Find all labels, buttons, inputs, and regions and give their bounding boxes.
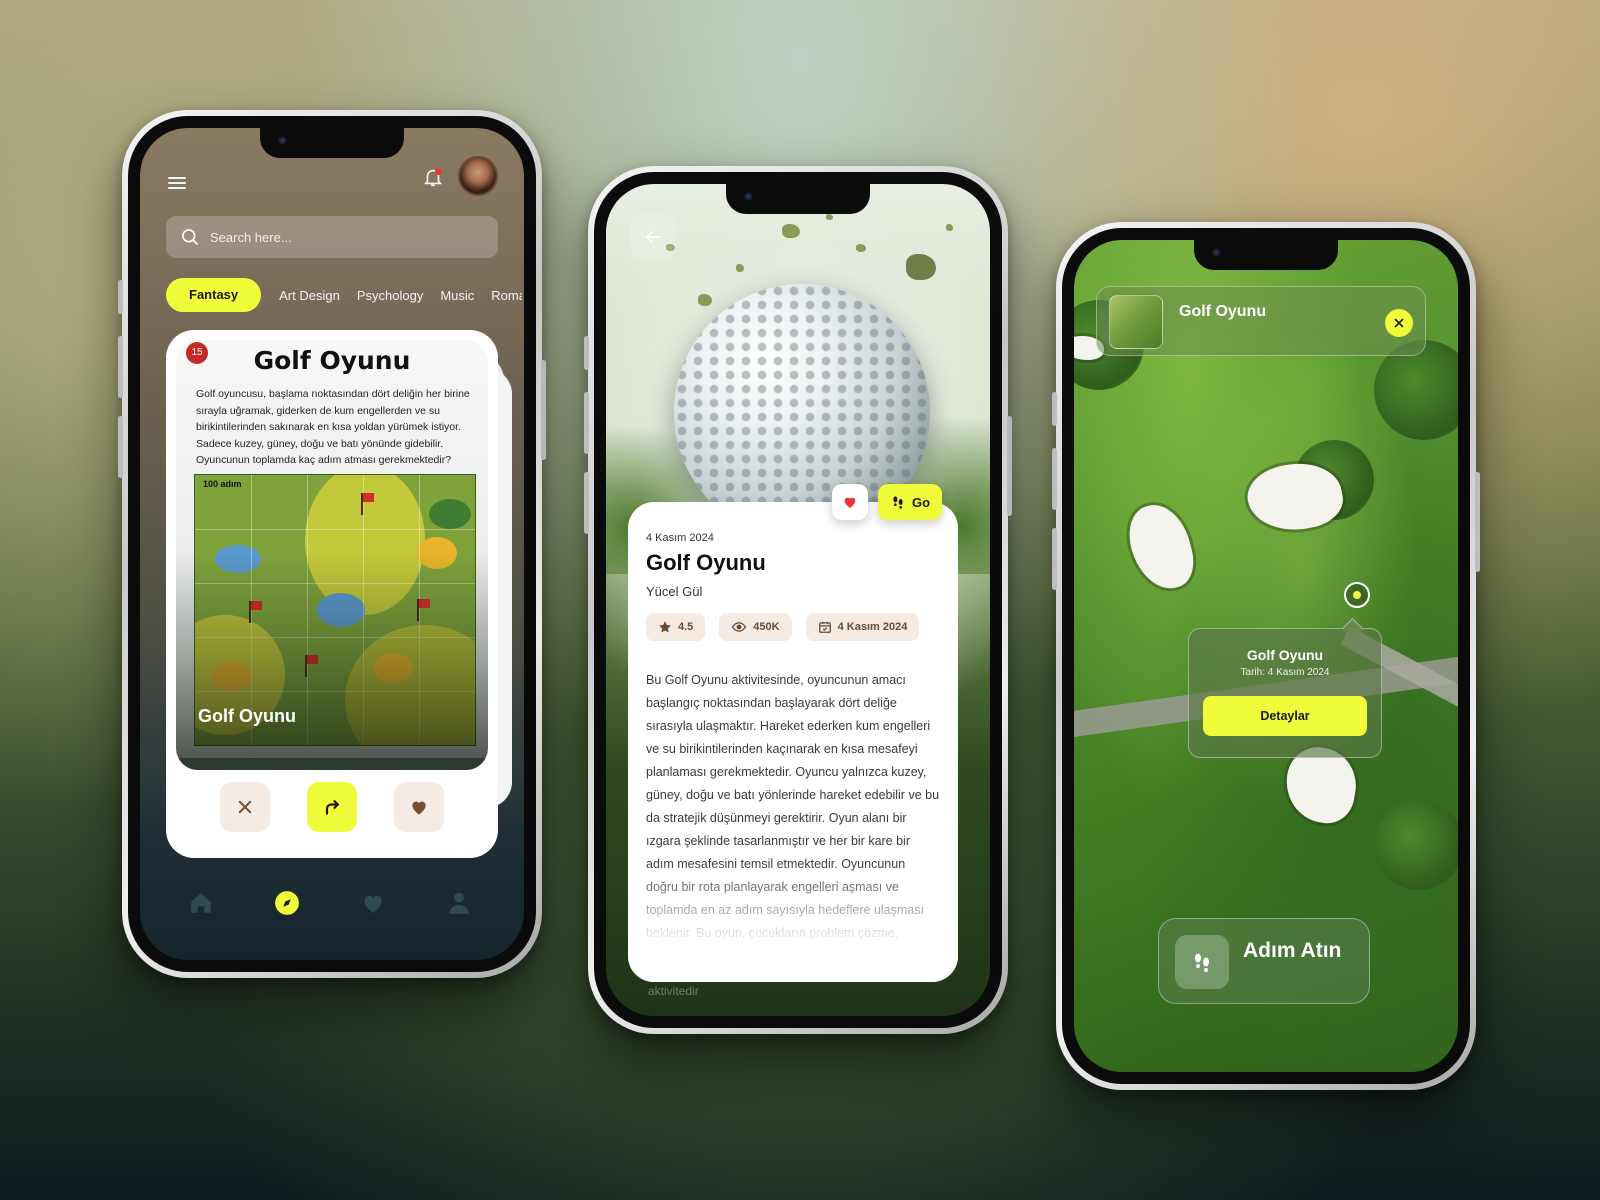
footsteps-icon: [893, 496, 903, 509]
popup-title: Golf Oyunu: [1246, 647, 1324, 663]
heart-icon: [844, 497, 856, 508]
notification-bell-icon[interactable]: [422, 166, 444, 188]
notch: [1194, 240, 1338, 270]
bottom-tab-bar: [140, 886, 524, 926]
activity-author: Yücel Gül: [646, 584, 703, 599]
worksheet-text: Golf oyuncusu, başlama noktasından dört …: [196, 388, 470, 466]
tab-art-design[interactable]: Art Design: [279, 288, 340, 303]
meta-chips: 4.5 450K 4 Kasım 2024: [646, 613, 940, 641]
favorite-button[interactable]: [832, 484, 868, 520]
search-placeholder: Search here...: [210, 229, 292, 245]
step-icon-box: [1175, 935, 1229, 989]
phone-explore: Search here... Fantasy Art Design Psycholo…: [118, 110, 546, 978]
tab-profile[interactable]: [442, 886, 476, 920]
close-icon: [238, 800, 252, 814]
tab-fantasy[interactable]: Fantasy: [166, 278, 262, 312]
notch: [726, 184, 870, 214]
search-icon: [182, 229, 199, 246]
hamburger-menu-icon[interactable]: [168, 174, 186, 192]
views-chip: 450K: [719, 613, 792, 641]
detail-card: 4 Kasım 2024 Golf Oyunu Yücel Gül 4.5 45…: [628, 502, 958, 982]
location-popup: Golf Oyunu Tarih: 4 Kasım 2024 Detaylar: [1188, 628, 1382, 758]
popup-date: Tarih: 4 Kasım 2024: [1240, 667, 1330, 678]
footsteps-icon: [1195, 953, 1209, 972]
activity-date: 4 Kasım 2024: [646, 532, 714, 544]
rating-chip: 4.5: [646, 613, 706, 641]
home-icon: [191, 893, 211, 913]
arrow-left-icon: [646, 231, 661, 243]
activity-title: Golf Oyunu: [646, 550, 766, 575]
eye-icon: [732, 622, 747, 632]
description-overflow-text: aktivitedir: [648, 984, 699, 998]
detail-screen: Go 4 Kasım 2024 Golf Oyunu Yücel Gül 4.5…: [606, 184, 990, 1016]
tab-psychology[interactable]: Psychology: [357, 288, 423, 303]
sand-bunker: [1121, 497, 1201, 597]
header-title: Golf Oyunu: [1179, 303, 1267, 320]
share-button[interactable]: [307, 782, 357, 832]
tab-home[interactable]: [184, 886, 218, 920]
tab-music[interactable]: Music: [440, 288, 474, 303]
close-icon: [1394, 318, 1404, 328]
phone-map: Golf Oyunu Golf Oyunu Tarih: 4 Kasım 202…: [1052, 222, 1480, 1090]
card-actions: [220, 782, 444, 832]
notch: [260, 128, 404, 158]
worksheet-title: Golf Oyunu: [253, 346, 411, 375]
worksheet-image: 15 Golf Oyunu Golf oyuncusu, başlama nok…: [176, 340, 488, 770]
heart-icon: [364, 895, 382, 913]
go-button[interactable]: Go: [878, 484, 942, 520]
step-label: Adım Atın: [1243, 939, 1342, 962]
card-caption: Golf Oyunu: [198, 706, 296, 726]
user-icon: [449, 892, 469, 914]
dismiss-button[interactable]: [220, 782, 270, 832]
activity-header-card[interactable]: Golf Oyunu: [1096, 286, 1426, 356]
take-step-button[interactable]: Adım Atın: [1158, 918, 1370, 1004]
heart-icon: [412, 801, 426, 815]
tab-romance[interactable]: Roma: [491, 288, 522, 303]
map-screen[interactable]: Golf Oyunu Golf Oyunu Tarih: 4 Kasım 202…: [1074, 240, 1458, 1072]
explore-screen: Search here... Fantasy Art Design Psycholo…: [140, 128, 524, 960]
category-tabs: Fantasy Art Design Psychology Music Roma: [166, 278, 522, 314]
user-avatar[interactable]: [458, 156, 498, 196]
tab-favorites[interactable]: [356, 886, 390, 920]
compass-icon: [275, 891, 299, 915]
activity-swipe-card[interactable]: 15 Golf Oyunu Golf oyuncusu, başlama nok…: [166, 330, 498, 858]
grid-scale-label: 100 adım: [203, 479, 242, 489]
close-button[interactable]: [1385, 309, 1413, 337]
activity-thumbnail: [1109, 295, 1163, 349]
star-icon: [659, 621, 671, 633]
location-pin[interactable]: [1344, 582, 1370, 608]
tab-explore[interactable]: [270, 886, 304, 920]
like-button[interactable]: [394, 782, 444, 832]
back-button[interactable]: [630, 214, 676, 260]
share-arrow-icon: [325, 800, 339, 815]
phone-detail: Go 4 Kasım 2024 Golf Oyunu Yücel Gül 4.5…: [584, 166, 1012, 1034]
calendar-icon: [818, 621, 831, 633]
search-input[interactable]: Search here...: [166, 216, 498, 258]
date-chip: 4 Kasım 2024: [805, 613, 920, 641]
details-button[interactable]: Detaylar: [1203, 696, 1367, 736]
go-label: Go: [911, 494, 931, 510]
